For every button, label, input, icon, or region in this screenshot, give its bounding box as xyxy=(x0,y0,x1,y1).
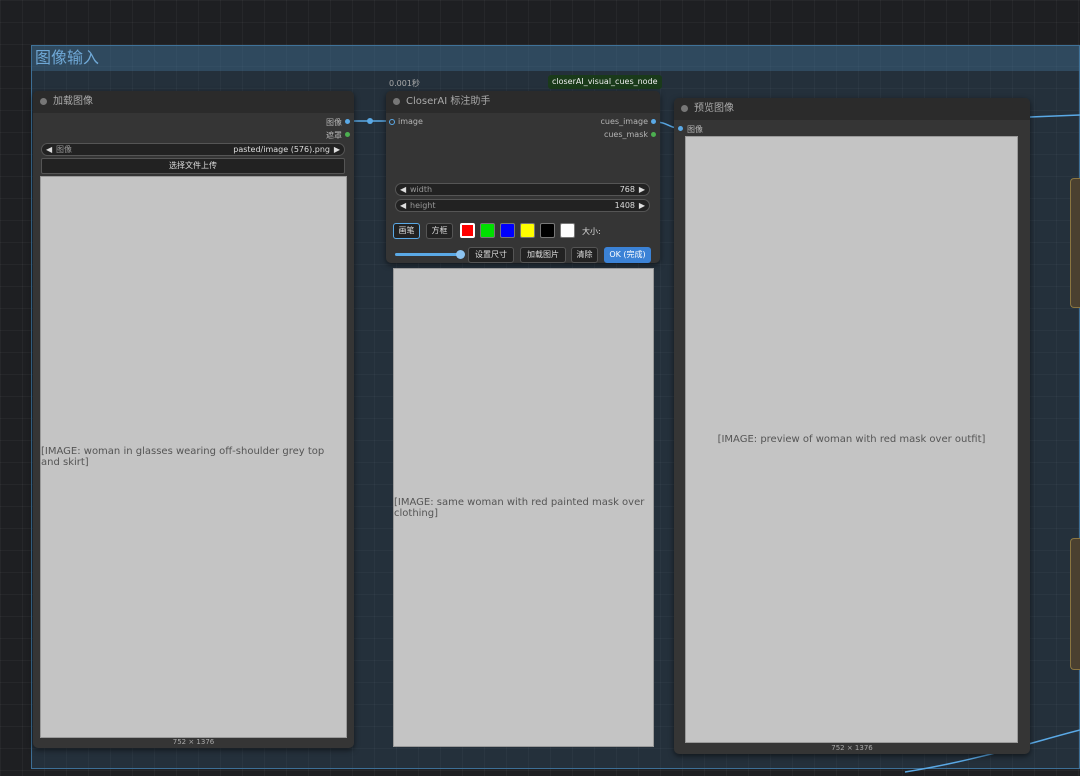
ok-done-button[interactable]: OK (完成) xyxy=(604,247,651,263)
increment-arrow-icon[interactable]: ▶ xyxy=(639,184,645,195)
loaded-image: [IMAGE: woman in glasses wearing off-sho… xyxy=(40,176,347,738)
color-swatch-yellow[interactable] xyxy=(520,223,535,238)
preview-image-node[interactable]: 预览图像 图像 [IMAGE: preview of woman with re… xyxy=(674,98,1030,754)
preview-title-text: 预览图像 xyxy=(694,103,734,114)
annotation-canvas-caption: [IMAGE: same woman with red painted mask… xyxy=(394,496,645,519)
output-cues-image-label: cues_image xyxy=(600,117,648,126)
closerai-node-title[interactable]: CloserAI 标注助手 xyxy=(386,91,660,113)
collapse-dot-icon[interactable] xyxy=(681,105,688,112)
combo-right-arrow-icon[interactable]: ▶ xyxy=(334,144,340,155)
pen-tool-button[interactable]: 画笔 xyxy=(393,223,420,239)
width-label: width xyxy=(410,185,433,194)
brush-size-label: 大小: xyxy=(582,227,601,236)
offscreen-node-right-1[interactable] xyxy=(1070,178,1080,308)
node-id-badge: closerAI_visual_cues_node xyxy=(548,75,662,89)
group-title[interactable]: 图像输入 xyxy=(31,45,1080,71)
clear-button[interactable]: 清除 xyxy=(571,247,598,263)
color-swatch-blue[interactable] xyxy=(500,223,515,238)
output-cues-mask-label: cues_mask xyxy=(603,130,648,139)
collapse-dot-icon[interactable] xyxy=(40,98,47,105)
color-swatch-green[interactable] xyxy=(480,223,495,238)
output-cues-image-dot-icon[interactable] xyxy=(651,119,656,124)
loaded-image-dims: 752 × 1376 xyxy=(172,738,215,746)
annotation-canvas[interactable]: [IMAGE: same woman with red painted mask… xyxy=(393,268,654,747)
decrement-arrow-icon[interactable]: ◀ xyxy=(400,184,406,195)
upload-file-button[interactable]: 选择文件上传 xyxy=(41,158,345,174)
closerai-title-text: CloserAI 标注助手 xyxy=(406,96,491,107)
input-image-label: 图像 xyxy=(687,125,703,134)
set-size-button[interactable]: 设置尺寸 xyxy=(468,247,514,263)
output-cues-mask-dot-icon[interactable] xyxy=(651,132,656,137)
height-value: 1408 xyxy=(614,201,635,210)
load-image-button[interactable]: 加载图片 xyxy=(520,247,566,263)
preview-image: [IMAGE: preview of woman with red mask o… xyxy=(685,136,1018,743)
decrement-arrow-icon[interactable]: ◀ xyxy=(400,200,406,211)
width-value: 768 xyxy=(619,185,635,194)
load-image-title-text: 加载图像 xyxy=(53,96,93,107)
output-mask-label: 遮罩 xyxy=(326,131,342,140)
output-mask-dot-icon[interactable] xyxy=(345,132,350,137)
preview-image-dims: 752 × 1376 xyxy=(831,744,873,752)
preview-node-title[interactable]: 预览图像 xyxy=(674,98,1030,120)
height-label: height xyxy=(410,201,436,210)
input-image-dot-icon[interactable] xyxy=(389,119,395,125)
output-image-label: 图像 xyxy=(326,118,342,127)
color-swatch-black[interactable] xyxy=(540,223,555,238)
collapse-dot-icon[interactable] xyxy=(393,98,400,105)
image-file-combo[interactable]: ◀ 图像 pasted/image (576).png ▶ xyxy=(41,143,345,156)
brush-size-slider[interactable] xyxy=(395,250,465,259)
brush-size-slider-fill xyxy=(395,253,461,256)
brush-size-slider-knob[interactable] xyxy=(456,250,465,259)
box-tool-button[interactable]: 方框 xyxy=(426,223,453,239)
offscreen-node-right-2[interactable] xyxy=(1070,538,1080,670)
input-image-dot-icon[interactable] xyxy=(678,126,683,131)
output-image-dot-icon[interactable] xyxy=(345,119,350,124)
input-image-label: image xyxy=(398,117,423,126)
height-number-widget[interactable]: ◀ height 1408 ▶ xyxy=(395,199,650,212)
execution-timer: 0.001秒 xyxy=(389,79,420,88)
width-number-widget[interactable]: ◀ width 768 ▶ xyxy=(395,183,650,196)
load-image-node[interactable]: 加载图像 图像 遮罩 ◀ 图像 pasted/image (576).png ▶… xyxy=(33,91,354,748)
color-swatch-white[interactable] xyxy=(560,223,575,238)
image-file-combo-value: pasted/image (576).png xyxy=(233,145,330,154)
closerai-node[interactable]: CloserAI 标注助手 image cues_image cues_mask… xyxy=(386,91,660,263)
increment-arrow-icon[interactable]: ▶ xyxy=(639,200,645,211)
combo-left-arrow-icon[interactable]: ◀ xyxy=(46,144,52,155)
color-swatch-red[interactable] xyxy=(460,223,475,238)
image-file-combo-label: 图像 xyxy=(56,145,72,154)
load-image-node-title[interactable]: 加载图像 xyxy=(33,91,354,113)
